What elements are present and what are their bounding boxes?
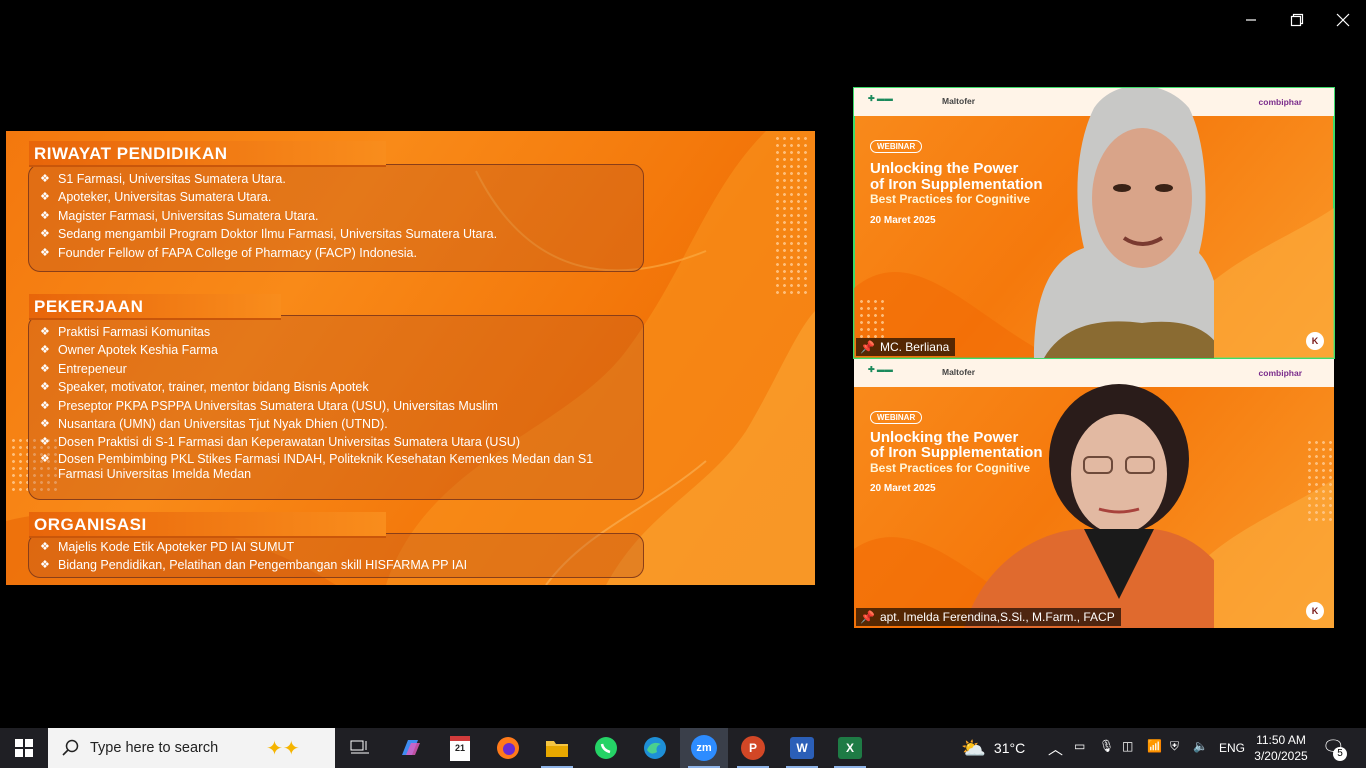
list-item: ❖ Magister Farmasi, Universitas Sumatera … [40,208,319,223]
participant-video-mc [1034,88,1214,358]
list-item: ❖ Majelis Kode Etik Apoteker PD IAI SUMUT [40,540,295,554]
list-item: ❖ Owner Apotek Keshia Farma [40,343,218,358]
list-item: ❖ Dosen Praktisi di S-1 Farmasi dan Keper… [40,435,520,450]
participant-name-tag: 📌 MC. Berliana [856,338,956,356]
list-item: ❖ Apoteker, Universitas Sumatera Utara. [40,190,272,205]
participant-tile[interactable]: ✚ ▬▬ Maltofer combiphar WEBINAR Unlockin… [853,87,1335,359]
powerpoint-icon: P [741,736,765,760]
maltofer-logo: Maltofer [942,96,976,106]
windows-logo-icon [15,739,33,757]
edge-icon [644,737,666,759]
windows-taskbar: Type here to search ✦✦ 21 zm P W X ⛅ 31°… [0,728,1366,768]
start-button[interactable] [0,728,48,768]
firefox-icon [497,737,519,759]
edge-button[interactable] [631,728,679,768]
combiphar-logo: combiphar [1258,97,1302,107]
language-indicator[interactable]: ENG [1219,741,1245,755]
webinar-date: 20 Maret 2025 [870,483,936,494]
weather-widget[interactable]: ⛅ 31°C [955,728,1029,768]
webinar-badge: WEBINAR [870,411,923,424]
powerpoint-button[interactable]: P [729,728,777,768]
clock-date: 3/20/2025 [1254,749,1308,763]
organization-box: ❖ Majelis Kode Etik Apoteker PD IAI SUMUT… [28,533,644,578]
clock-time: 11:50 AM [1256,733,1306,747]
restore-button[interactable] [1284,8,1310,32]
participant-name: MC. Berliana [879,340,950,354]
participant-video-speaker [964,384,1214,628]
participant-name-tag: 📌 apt. Imelda Ferendina,S.Si., M.Farm., … [856,608,1121,626]
folder-icon [546,741,568,757]
list-item: ❖ Praktisi Farmasi Komunitas [40,325,211,339]
clock[interactable]: 11:50 AM 3/20/2025 [1252,732,1310,764]
brand-k-logo: K [1306,332,1324,350]
calendar-app-button[interactable]: 21 [436,728,484,768]
decor-dots [858,298,888,338]
partly-sunny-icon: ⛅ [961,737,986,760]
firefox-button[interactable] [484,728,532,768]
task-view-icon [350,740,369,754]
notification-count-badge: 5 [1333,747,1347,761]
webinar-subtitle: Best Practices for Cognitive [870,192,1031,206]
list-item: ❖ Speaker, motivator, trainer, mentor bid… [40,380,369,395]
participant-tile[interactable]: ✚ ▬▬ Maltofer combiphar WEBINAR Unlockin… [854,359,1334,628]
pin-icon: 📌 [860,610,875,624]
zoom-icon: zm [691,735,717,761]
search-icon [62,739,79,756]
copilot-icon [402,740,420,755]
combiphar-logo: combiphar [1258,368,1302,378]
excel-icon: X [838,737,862,759]
whatsapp-icon [595,737,617,759]
minimize-button[interactable] [1238,8,1264,32]
word-icon: W [790,737,814,759]
list-item: ❖ Entrepeneur [40,361,127,376]
volume-icon[interactable]: 🔈 [1193,739,1208,753]
file-explorer-button[interactable] [533,728,581,768]
list-item: ❖ S1 Farmasi, Universitas Sumatera Utara. [40,172,286,186]
list-item: ❖ Nusantara (UMN) dan Universitas Tjut Ny… [40,417,388,432]
taskbar-search-box[interactable]: Type here to search ✦✦ [48,728,335,768]
participant-name: apt. Imelda Ferendina,S.Si., M.Farm., FA… [879,610,1115,624]
whatsapp-button[interactable] [582,728,630,768]
pin-icon: 📌 [860,340,875,354]
zoom-button[interactable]: zm [680,728,728,768]
webinar-date: 20 Maret 2025 [870,215,936,226]
kemenkes-logo: ✚ ▬▬ [868,365,893,374]
list-item: ❖ Sedang mengambil Program Doktor Ilmu Fa… [40,227,498,242]
webinar-title-line1: Unlocking the Power [870,160,1019,177]
section-title: RIWAYAT PENDIDIKAN [29,141,386,167]
battery-icon[interactable]: ▭ [1074,739,1085,753]
restore-icon [1290,13,1304,27]
list-item: ❖ Dosen Pembimbing PKL Stikes Farmasi IND… [40,451,594,481]
notification-center-button[interactable]: 🗨 5 [1322,737,1347,761]
calendar-icon: 21 [450,735,470,761]
task-view-button[interactable] [336,728,384,768]
camera-icon[interactable]: ◫ [1122,739,1133,753]
brand-k-logo: K [1306,602,1324,620]
search-highlights-icon: ✦✦ [266,737,300,760]
list-item: ❖ Bidang Pendidikan, Pelatihan dan Pengem… [40,558,468,573]
section-title: ORGANISASI [29,512,386,538]
weather-temperature: 31°C [993,740,1026,756]
microphone-icon[interactable]: 🎙 [1099,739,1114,753]
work-box: ❖ Praktisi Farmasi Komunitas ❖ Owner Apote… [28,315,644,500]
security-shield-icon[interactable]: ⛨ [1170,739,1179,754]
excel-button[interactable]: X [826,728,874,768]
shared-screen-slide: ❖ S1 Farmasi, Universitas Sumatera Utara.… [6,131,815,585]
list-item: ❖ Founder Fellow of FAPA College of Pharm… [40,245,417,260]
decor-dots [774,135,810,295]
webinar-badge: WEBINAR [870,140,923,153]
minimize-icon [1246,19,1256,21]
close-button[interactable] [1330,8,1356,32]
wifi-icon[interactable]: 📶 [1147,739,1162,753]
education-box: ❖ S1 Farmasi, Universitas Sumatera Utara.… [28,164,644,272]
decor-dots [1306,439,1332,525]
copilot-button[interactable] [386,728,434,768]
close-icon [1336,13,1350,27]
kemenkes-logo: ✚ ▬▬ [868,94,893,103]
section-title: PEKERJAAN [29,294,281,320]
chevron-up-icon[interactable]: ︿ [1048,738,1063,759]
search-placeholder: Type here to search [90,740,219,756]
list-item: ❖ Preseptor PKPA PSPPA Universitas Sumate… [40,398,498,413]
word-button[interactable]: W [778,728,826,768]
